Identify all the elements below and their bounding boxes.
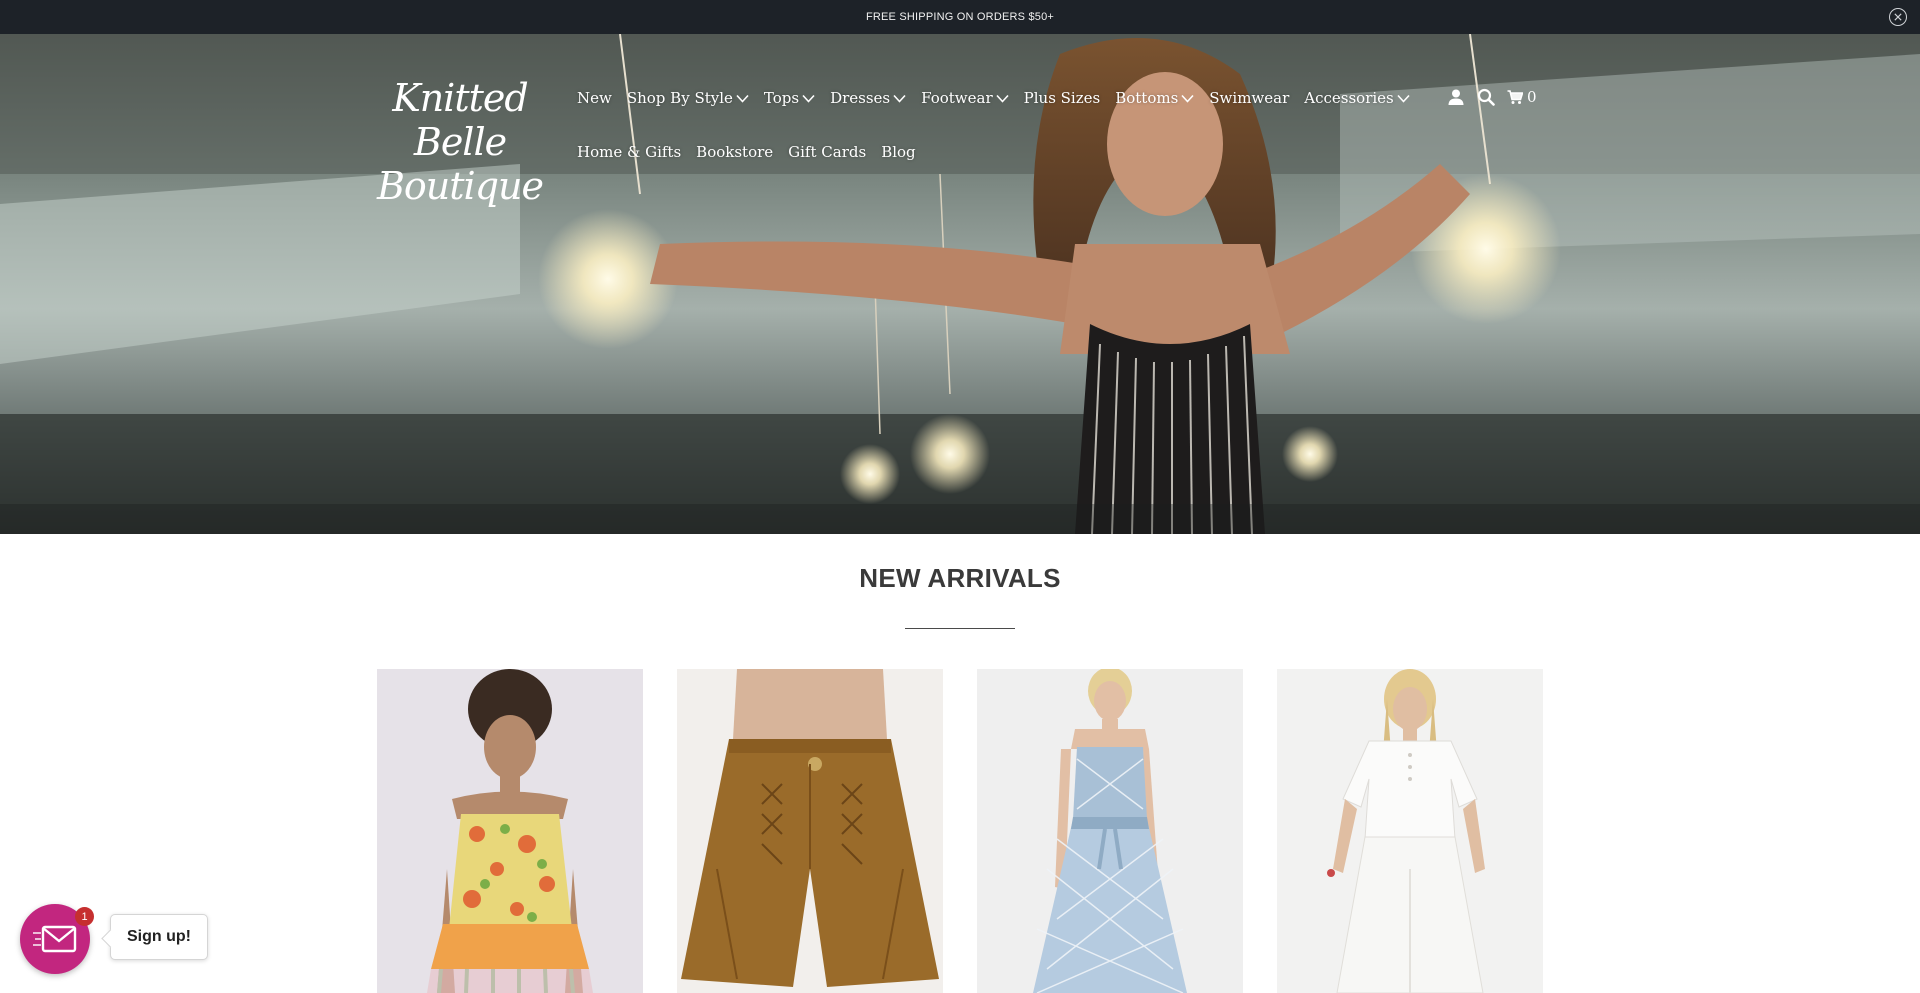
nav-item-label: Bottoms (1115, 89, 1179, 107)
product-card-white-linen-set[interactable] (1277, 669, 1543, 993)
product-card-floral-smocked-top[interactable] (377, 669, 643, 993)
nav-item-gift-cards[interactable]: Gift Cards (788, 143, 866, 161)
product-image (977, 669, 1243, 993)
announcement-bar: FREE SHIPPING ON ORDERS $50+ (0, 0, 1920, 34)
cart-count: 0 (1527, 88, 1537, 106)
chevron-down-icon (996, 94, 1009, 103)
nav-item-label: Plus Sizes (1023, 89, 1101, 107)
search-icon[interactable] (1477, 88, 1495, 106)
chevron-down-icon (1181, 94, 1194, 103)
nav-item-bottoms[interactable]: Bottoms (1115, 89, 1194, 107)
product-image (377, 669, 643, 993)
nav-item-home-gifts[interactable]: Home & Gifts (577, 143, 681, 161)
nav-item-label: Dresses (830, 89, 891, 107)
account-icon[interactable] (1447, 88, 1465, 106)
nav-item-label: Footwear (921, 89, 993, 107)
envelope-icon (33, 925, 77, 953)
product-card-blue-print-midi-dress[interactable] (977, 669, 1243, 993)
main-nav: New Shop By Style Tops Dresses Footwear … (577, 84, 1425, 166)
brand-logo-line2: Boutique (377, 164, 544, 208)
header-icons: 0 (1447, 88, 1537, 106)
cart-icon (1507, 90, 1523, 104)
nav-item-label: Swimwear (1209, 89, 1290, 107)
signup-prompt[interactable]: Sign up! (110, 914, 208, 960)
section-title: NEW ARRIVALS (859, 563, 1061, 593)
nav-item-label: Blog (881, 143, 916, 161)
product-image (677, 669, 943, 993)
section-divider (905, 628, 1015, 629)
signup-label: Sign up! (127, 928, 191, 945)
notification-badge: 1 (75, 907, 94, 926)
main-nav-row-2: Home & Gifts Bookstore Gift Cards Blog (577, 138, 1425, 166)
nav-item-dresses[interactable]: Dresses (830, 89, 906, 107)
chevron-down-icon (736, 94, 749, 103)
nav-item-plus-sizes[interactable]: Plus Sizes (1024, 89, 1101, 107)
nav-item-label: New (577, 89, 612, 107)
nav-item-label: Home & Gifts (577, 143, 682, 161)
main-nav-row-1: New Shop By Style Tops Dresses Footwear … (577, 84, 1425, 112)
chevron-down-icon (893, 94, 906, 103)
nav-item-label: Gift Cards (788, 143, 867, 161)
nav-item-swimwear[interactable]: Swimwear (1209, 89, 1289, 107)
nav-item-blog[interactable]: Blog (881, 143, 915, 161)
nav-item-shop-by-style[interactable]: Shop By Style (627, 89, 749, 107)
brand-logo-line1: Knitted Belle (392, 76, 528, 164)
nav-item-label: Tops (763, 89, 800, 107)
chevron-down-icon (802, 94, 815, 103)
close-icon[interactable] (1889, 8, 1907, 26)
product-card-suede-lace-up-shorts[interactable] (677, 669, 943, 993)
nav-item-label: Bookstore (696, 143, 774, 161)
nav-item-accessories[interactable]: Accessories (1304, 89, 1410, 107)
cart-button[interactable]: 0 (1507, 88, 1537, 106)
brand-logo[interactable]: Knitted Belle Boutique (370, 76, 550, 208)
nav-item-bookstore[interactable]: Bookstore (696, 143, 773, 161)
chevron-down-icon (1397, 94, 1410, 103)
nav-item-label: Shop By Style (626, 89, 733, 107)
product-grid (377, 669, 1577, 993)
product-image (1277, 669, 1543, 993)
nav-item-footwear[interactable]: Footwear (921, 89, 1009, 107)
nav-item-label: Accessories (1304, 89, 1394, 107)
announcement-text: FREE SHIPPING ON ORDERS $50+ (865, 11, 1055, 23)
nav-item-new[interactable]: New (577, 89, 612, 107)
nav-item-tops[interactable]: Tops (764, 89, 815, 107)
